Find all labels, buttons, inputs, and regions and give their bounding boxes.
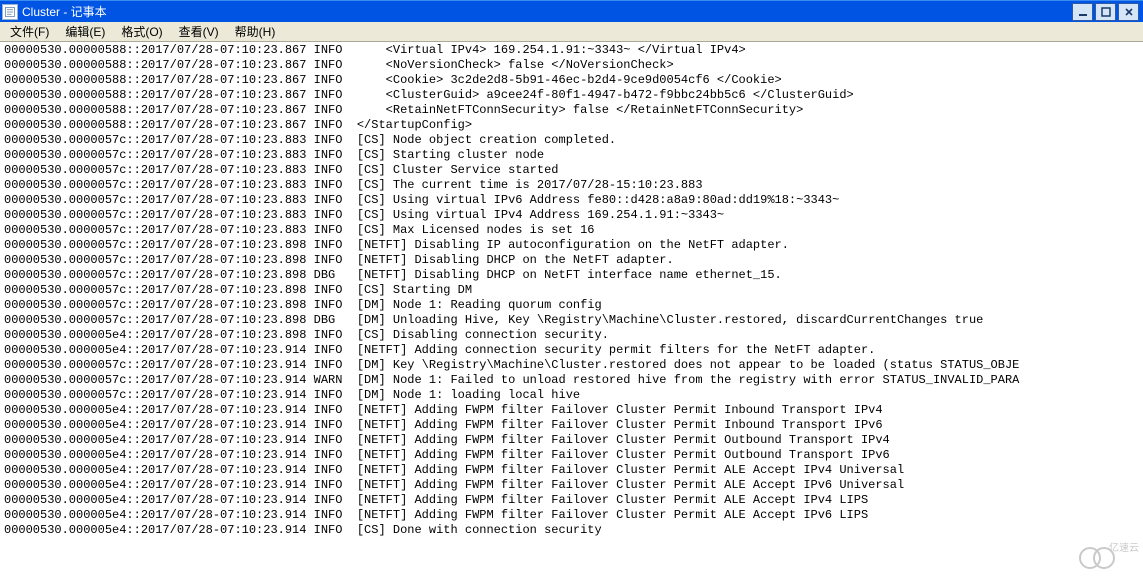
menubar: 文件(F) 编辑(E) 格式(O) 查看(V) 帮助(H)	[0, 22, 1143, 42]
menu-format[interactable]: 格式(O)	[113, 21, 170, 42]
log-line: 00000530.000005e4::2017/07/28-07:10:23.9…	[4, 493, 1139, 508]
log-line: 00000530.000005e4::2017/07/28-07:10:23.9…	[4, 508, 1139, 523]
close-button[interactable]	[1118, 3, 1139, 21]
log-line: 00000530.00000588::2017/07/28-07:10:23.8…	[4, 103, 1139, 118]
log-line: 00000530.000005e4::2017/07/28-07:10:23.9…	[4, 403, 1139, 418]
log-line: 00000530.0000057c::2017/07/28-07:10:23.8…	[4, 208, 1139, 223]
log-line: 00000530.0000057c::2017/07/28-07:10:23.9…	[4, 388, 1139, 403]
log-line: 00000530.0000057c::2017/07/28-07:10:23.8…	[4, 163, 1139, 178]
menu-file[interactable]: 文件(F)	[2, 21, 57, 42]
log-line: 00000530.000005e4::2017/07/28-07:10:23.8…	[4, 328, 1139, 343]
log-line: 00000530.0000057c::2017/07/28-07:10:23.8…	[4, 268, 1139, 283]
log-line: 00000530.000005e4::2017/07/28-07:10:23.9…	[4, 343, 1139, 358]
log-line: 00000530.0000057c::2017/07/28-07:10:23.8…	[4, 313, 1139, 328]
maximize-button[interactable]	[1095, 3, 1116, 21]
minimize-button[interactable]	[1072, 3, 1093, 21]
log-line: 00000530.0000057c::2017/07/28-07:10:23.8…	[4, 283, 1139, 298]
log-line: 00000530.0000057c::2017/07/28-07:10:23.8…	[4, 133, 1139, 148]
log-line: 00000530.0000057c::2017/07/28-07:10:23.8…	[4, 298, 1139, 313]
text-area[interactable]: 00000530.00000588::2017/07/28-07:10:23.8…	[0, 42, 1143, 583]
log-line: 00000530.00000588::2017/07/28-07:10:23.8…	[4, 58, 1139, 73]
log-line: 00000530.0000057c::2017/07/28-07:10:23.9…	[4, 373, 1139, 388]
log-line: 00000530.000005e4::2017/07/28-07:10:23.9…	[4, 523, 1139, 538]
menu-edit[interactable]: 编辑(E)	[57, 21, 113, 42]
titlebar: Cluster - 记事本	[0, 0, 1143, 22]
log-line: 00000530.0000057c::2017/07/28-07:10:23.9…	[4, 358, 1139, 373]
window-controls	[1072, 3, 1141, 21]
log-line: 00000530.000005e4::2017/07/28-07:10:23.9…	[4, 433, 1139, 448]
log-line: 00000530.0000057c::2017/07/28-07:10:23.8…	[4, 238, 1139, 253]
log-line: 00000530.0000057c::2017/07/28-07:10:23.8…	[4, 223, 1139, 238]
app-icon	[2, 4, 18, 20]
log-line: 00000530.00000588::2017/07/28-07:10:23.8…	[4, 73, 1139, 88]
log-line: 00000530.000005e4::2017/07/28-07:10:23.9…	[4, 463, 1139, 478]
log-line: 00000530.0000057c::2017/07/28-07:10:23.8…	[4, 253, 1139, 268]
menu-help[interactable]: 帮助(H)	[227, 21, 284, 42]
log-line: 00000530.000005e4::2017/07/28-07:10:23.9…	[4, 448, 1139, 463]
log-line: 00000530.00000588::2017/07/28-07:10:23.8…	[4, 88, 1139, 103]
log-line: 00000530.00000588::2017/07/28-07:10:23.8…	[4, 43, 1139, 58]
menu-view[interactable]: 查看(V)	[171, 21, 227, 42]
log-line: 00000530.000005e4::2017/07/28-07:10:23.9…	[4, 418, 1139, 433]
log-line: 00000530.00000588::2017/07/28-07:10:23.8…	[4, 118, 1139, 133]
window-title: Cluster - 记事本	[22, 3, 107, 20]
log-line: 00000530.0000057c::2017/07/28-07:10:23.8…	[4, 193, 1139, 208]
log-line: 00000530.000005e4::2017/07/28-07:10:23.9…	[4, 478, 1139, 493]
log-line: 00000530.0000057c::2017/07/28-07:10:23.8…	[4, 148, 1139, 163]
log-line: 00000530.0000057c::2017/07/28-07:10:23.8…	[4, 178, 1139, 193]
